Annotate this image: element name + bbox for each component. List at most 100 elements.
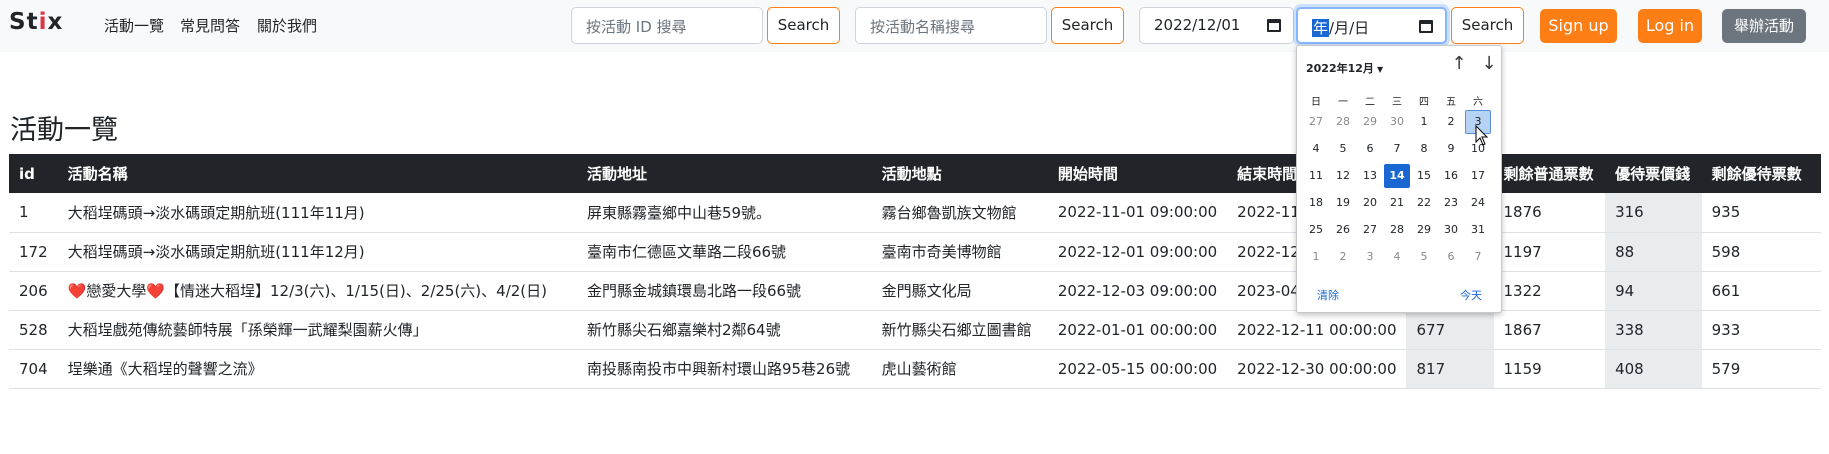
table-row[interactable]: 704 埕樂通《大稻埕的聲響之流》 南投縣南投市中興新村環山路95巷26號 虎山… <box>9 349 1821 389</box>
column-header: 優待票價錢 <box>1605 154 1702 193</box>
date-to-input[interactable]: 年/月/日 <box>1296 7 1447 44</box>
calendar-day[interactable]: 28 <box>1330 110 1356 134</box>
calendar-day[interactable]: 27 <box>1303 110 1329 134</box>
calendar-day[interactable]: 29 <box>1411 218 1437 242</box>
table-cell: 屏東縣霧臺鄉中山巷59號。 <box>576 193 872 233</box>
calendar-day[interactable]: 18 <box>1303 191 1329 215</box>
calendar-day[interactable]: 28 <box>1384 218 1410 242</box>
calendar-day[interactable]: 1 <box>1411 110 1437 134</box>
calendar-icon[interactable] <box>1419 20 1433 33</box>
table-row[interactable]: 172 大稻埕碼頭→淡水碼頭定期航班(111年12月) 臺南市仁德區文華路二段6… <box>9 232 1821 272</box>
column-header: 開始時間 <box>1047 154 1228 193</box>
calendar-icon[interactable] <box>1267 19 1281 32</box>
brand-logo[interactable]: Stix <box>9 9 63 35</box>
calendar-day[interactable]: 2 <box>1330 245 1356 269</box>
login-button[interactable]: Log in <box>1638 9 1702 43</box>
calendar-day[interactable]: 23 <box>1438 191 1464 215</box>
calendar-day[interactable]: 6 <box>1357 137 1383 161</box>
column-header: id <box>9 154 58 193</box>
search-name-button[interactable]: Search <box>1051 7 1124 44</box>
table-cell: 南投縣南投市中興新村環山路95巷26號 <box>576 349 872 389</box>
calendar-day[interactable]: 15 <box>1411 164 1437 188</box>
column-header: 活動地點 <box>871 154 1048 193</box>
nav-link-about[interactable]: 關於我們 <box>257 15 317 36</box>
calendar-day[interactable]: 5 <box>1330 137 1356 161</box>
mouse-cursor-icon <box>1475 124 1489 146</box>
weekday-label: 三 <box>1392 97 1402 108</box>
date-from-input[interactable]: 2022/12/01 <box>1139 7 1294 44</box>
table-row[interactable]: 206 ❤️戀愛大學❤️【情迷大稻埕】12/3(六)、1/15(日)、2/25(… <box>9 271 1821 311</box>
today-button[interactable]: 今天 <box>1460 287 1482 303</box>
calendar-day[interactable]: 26 <box>1330 218 1356 242</box>
weekday-label: 日 <box>1311 97 1321 108</box>
calendar-day[interactable]: 12 <box>1330 164 1356 188</box>
table-cell: 1159 <box>1493 349 1606 389</box>
nav-link-faq[interactable]: 常見問答 <box>180 15 240 36</box>
table-cell: 大稻埕碼頭→淡水碼頭定期航班(111年12月) <box>57 232 577 272</box>
table-cell: 88 <box>1605 232 1702 272</box>
calendar-day[interactable]: 2 <box>1438 110 1464 134</box>
nav-link-events[interactable]: 活動一覽 <box>104 15 164 36</box>
calendar-day[interactable]: 30 <box>1384 110 1410 134</box>
table-cell: 2022-12-03 09:00:00 <box>1047 271 1228 311</box>
table-cell: 598 <box>1701 232 1821 272</box>
calendar-day[interactable]: 16 <box>1438 164 1464 188</box>
date-to-year-segment[interactable]: 年 <box>1312 19 1330 37</box>
month-year-selector[interactable]: 2022年12月 ▼ <box>1306 60 1383 76</box>
calendar-day[interactable]: 31 <box>1465 218 1491 242</box>
weekday-label: 一 <box>1338 97 1348 108</box>
calendar-day[interactable]: 30 <box>1438 218 1464 242</box>
calendar-day[interactable]: 3 <box>1357 245 1383 269</box>
calendar-day[interactable]: 24 <box>1465 191 1491 215</box>
calendar-day[interactable]: 8 <box>1411 137 1437 161</box>
table-cell: 2022-12-11 00:00:00 <box>1227 310 1407 350</box>
table-cell: 579 <box>1701 349 1821 389</box>
calendar-day[interactable]: 27 <box>1357 218 1383 242</box>
host-event-button[interactable]: 舉辦活動 <box>1722 9 1806 43</box>
date-from-value: 2022/12/01 <box>1154 16 1241 34</box>
signup-button[interactable]: Sign up <box>1540 9 1617 43</box>
calendar-day[interactable]: 6 <box>1438 245 1464 269</box>
month-label: 2022年12月 <box>1306 62 1374 75</box>
calendar-day[interactable]: 17 <box>1465 164 1491 188</box>
caret-down-icon: ▼ <box>1376 65 1384 74</box>
table-cell: 大稻埕戲苑傳統藝師特展「孫榮輝一武耀梨園薪火傳」 <box>57 310 577 350</box>
table-cell: 大稻埕碼頭→淡水碼頭定期航班(111年11月) <box>57 193 577 233</box>
arrow-down-icon[interactable]: ↓ <box>1477 52 1501 76</box>
calendar-day[interactable]: 11 <box>1303 164 1329 188</box>
calendar-day[interactable]: 4 <box>1303 137 1329 161</box>
search-name-input[interactable]: 按活動名稱搜尋 <box>855 7 1047 44</box>
table-cell: 704 <box>9 349 58 389</box>
page-title: 活動一覽 <box>10 115 118 146</box>
table-cell: 933 <box>1701 310 1821 350</box>
calendar-day[interactable]: 25 <box>1303 218 1329 242</box>
calendar-day[interactable]: 7 <box>1384 137 1410 161</box>
table-cell: 1876 <box>1493 193 1606 233</box>
calendar-day[interactable]: 5 <box>1411 245 1437 269</box>
table-cell: 172 <box>9 232 58 272</box>
table-cell: 2022-11-01 09:00:00 <box>1047 193 1228 233</box>
calendar-day[interactable]: 13 <box>1357 164 1383 188</box>
table-row[interactable]: 528 大稻埕戲苑傳統藝師特展「孫榮輝一武耀梨園薪火傳」 新竹縣尖石鄉嘉樂村2鄰… <box>9 310 1821 350</box>
table-cell: 新竹縣尖石鄉立圖書館 <box>871 310 1048 350</box>
calendar-day[interactable]: 7 <box>1465 245 1491 269</box>
table-cell: 新竹縣尖石鄉嘉樂村2鄰64號 <box>576 310 872 350</box>
calendar-day[interactable]: 1 <box>1303 245 1329 269</box>
calendar-day[interactable]: 4 <box>1384 245 1410 269</box>
calendar-day[interactable]: 22 <box>1411 191 1437 215</box>
clear-button[interactable]: 清除 <box>1317 287 1339 303</box>
calendar-day[interactable]: 20 <box>1357 191 1383 215</box>
column-header: 活動地址 <box>576 154 872 193</box>
calendar-day[interactable]: 29 <box>1357 110 1383 134</box>
search-id-button[interactable]: Search <box>767 7 840 44</box>
table-row[interactable]: 1 大稻埕碼頭→淡水碼頭定期航班(111年11月) 屏東縣霧臺鄉中山巷59號。 … <box>9 193 1821 233</box>
calendar-day[interactable]: 9 <box>1438 137 1464 161</box>
arrow-up-icon[interactable]: ↑ <box>1447 52 1471 76</box>
search-id-input[interactable]: 按活動 ID 搜尋 <box>571 7 763 44</box>
table-cell: 2022-01-01 00:00:00 <box>1047 310 1228 350</box>
table-cell: 408 <box>1605 349 1702 389</box>
calendar-day[interactable]: 19 <box>1330 191 1356 215</box>
search-date-button[interactable]: Search <box>1451 7 1524 44</box>
calendar-day[interactable]: 21 <box>1384 191 1410 215</box>
calendar-day[interactable]: 14 <box>1384 164 1410 188</box>
